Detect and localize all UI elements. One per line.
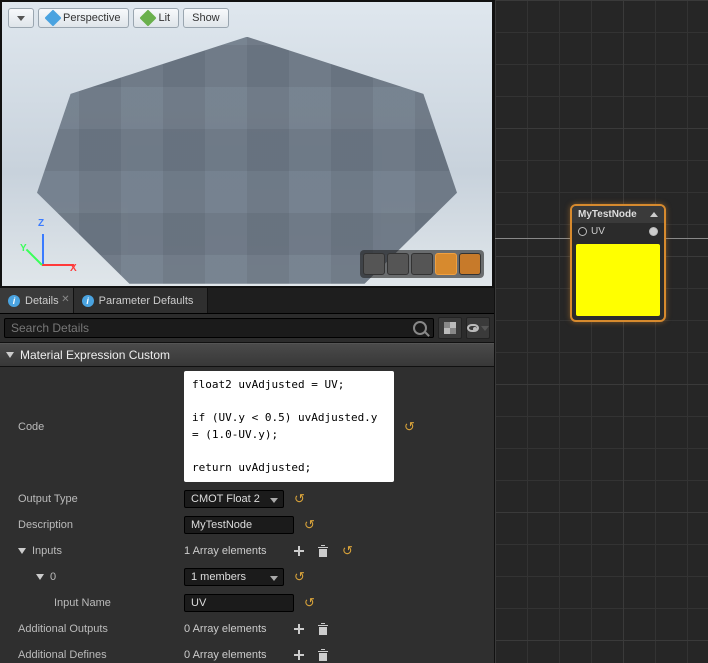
input-name-field[interactable] bbox=[184, 594, 294, 612]
expand-icon bbox=[6, 352, 14, 358]
material-preview-viewport[interactable]: Perspective Lit Show Z X Y bbox=[0, 0, 494, 288]
shape-cube-button[interactable] bbox=[435, 253, 457, 275]
grid-icon bbox=[444, 322, 456, 334]
code-label: Code bbox=[18, 421, 178, 433]
viewport-options-button[interactable] bbox=[8, 8, 34, 28]
axis-x-label: X bbox=[70, 263, 77, 274]
reset-code-button[interactable]: ↺ bbox=[400, 419, 419, 435]
add-define-button[interactable] bbox=[292, 648, 306, 662]
add-input-button[interactable] bbox=[292, 544, 306, 558]
shape-cylinder-button[interactable] bbox=[363, 253, 385, 275]
output-type-select[interactable]: CMOT Float 2 bbox=[184, 490, 284, 508]
visibility-filter-button[interactable] bbox=[466, 317, 490, 339]
perspective-button[interactable]: Perspective bbox=[38, 8, 129, 28]
material-graph[interactable]: MyTestNode UV bbox=[495, 0, 708, 663]
property-matrix-button[interactable] bbox=[438, 317, 462, 339]
perspective-label: Perspective bbox=[63, 12, 120, 24]
search-icon bbox=[413, 321, 427, 335]
reset-description-button[interactable]: ↺ bbox=[300, 517, 319, 533]
section-material-expression-custom[interactable]: Material Expression Custom bbox=[0, 343, 494, 367]
lit-label: Lit bbox=[158, 12, 170, 24]
axis-gizmo: Z X Y bbox=[20, 222, 70, 272]
details-panel[interactable]: Material Expression Custom Code float2 u… bbox=[0, 343, 494, 663]
close-icon[interactable]: ✕ bbox=[61, 294, 69, 305]
input-0-members[interactable]: 1 members bbox=[184, 568, 284, 586]
expand-icon[interactable] bbox=[18, 548, 26, 554]
search-input[interactable] bbox=[11, 321, 409, 335]
inputs-label: Inputs bbox=[32, 545, 62, 557]
tab-details-label: Details bbox=[25, 295, 59, 307]
clear-defines-button[interactable] bbox=[316, 648, 330, 662]
graph-grid bbox=[495, 0, 708, 663]
node-wire-left bbox=[495, 238, 575, 239]
inputs-count: 1 Array elements bbox=[184, 545, 284, 557]
tab-parameter-defaults-label: Parameter Defaults bbox=[99, 295, 194, 307]
expand-icon[interactable] bbox=[36, 574, 44, 580]
code-field[interactable]: float2 uvAdjusted = UV; if (UV.y < 0.5) … bbox=[184, 371, 394, 482]
reset-input-0-button[interactable]: ↺ bbox=[290, 569, 309, 585]
info-icon: i bbox=[8, 295, 20, 307]
search-details-box[interactable] bbox=[4, 318, 434, 338]
add-output-button[interactable] bbox=[292, 622, 306, 636]
cube-icon bbox=[140, 10, 157, 27]
clear-inputs-button[interactable] bbox=[316, 544, 330, 558]
show-label: Show bbox=[192, 12, 220, 24]
shape-plane-button[interactable] bbox=[411, 253, 433, 275]
custom-node[interactable]: MyTestNode UV bbox=[570, 204, 666, 322]
node-wire-right bbox=[662, 238, 708, 239]
reset-output-type-button[interactable]: ↺ bbox=[290, 491, 309, 507]
shape-sphere-button[interactable] bbox=[387, 253, 409, 275]
additional-defines-count: 0 Array elements bbox=[184, 649, 284, 661]
collapse-icon[interactable] bbox=[650, 212, 658, 217]
description-field[interactable] bbox=[184, 516, 294, 534]
preview-shape-bar bbox=[360, 250, 484, 278]
input-name-label: Input Name bbox=[18, 597, 178, 609]
input-pin[interactable] bbox=[578, 227, 587, 236]
additional-outputs-label: Additional Outputs bbox=[18, 623, 178, 635]
section-title: Material Expression Custom bbox=[20, 348, 170, 362]
cube-icon bbox=[45, 10, 62, 27]
reset-inputs-button[interactable]: ↺ bbox=[338, 543, 357, 559]
additional-defines-label: Additional Defines bbox=[18, 649, 178, 661]
node-title: MyTestNode bbox=[578, 209, 637, 220]
reset-input-name-button[interactable]: ↺ bbox=[300, 595, 319, 611]
shape-custom-button[interactable] bbox=[459, 253, 481, 275]
chevron-down-icon bbox=[17, 16, 25, 21]
output-pin[interactable] bbox=[649, 227, 658, 236]
show-button[interactable]: Show bbox=[183, 8, 229, 28]
clear-outputs-button[interactable] bbox=[316, 622, 330, 636]
axis-z-label: Z bbox=[38, 218, 44, 229]
eye-icon bbox=[467, 324, 479, 332]
info-icon: i bbox=[82, 295, 94, 307]
axis-y-label: Y bbox=[20, 243, 27, 254]
details-tab-bar: i Details ✕ i Parameter Defaults bbox=[0, 288, 494, 314]
chevron-down-icon bbox=[481, 326, 489, 331]
tab-details[interactable]: i Details ✕ bbox=[0, 288, 74, 313]
input-0-label: 0 bbox=[50, 571, 56, 583]
output-type-label: Output Type bbox=[18, 493, 178, 505]
node-input-label: UV bbox=[591, 226, 605, 237]
additional-outputs-count: 0 Array elements bbox=[184, 623, 284, 635]
lit-button[interactable]: Lit bbox=[133, 8, 179, 28]
node-preview bbox=[576, 244, 660, 316]
description-label: Description bbox=[18, 519, 178, 531]
tab-parameter-defaults[interactable]: i Parameter Defaults bbox=[74, 288, 209, 313]
